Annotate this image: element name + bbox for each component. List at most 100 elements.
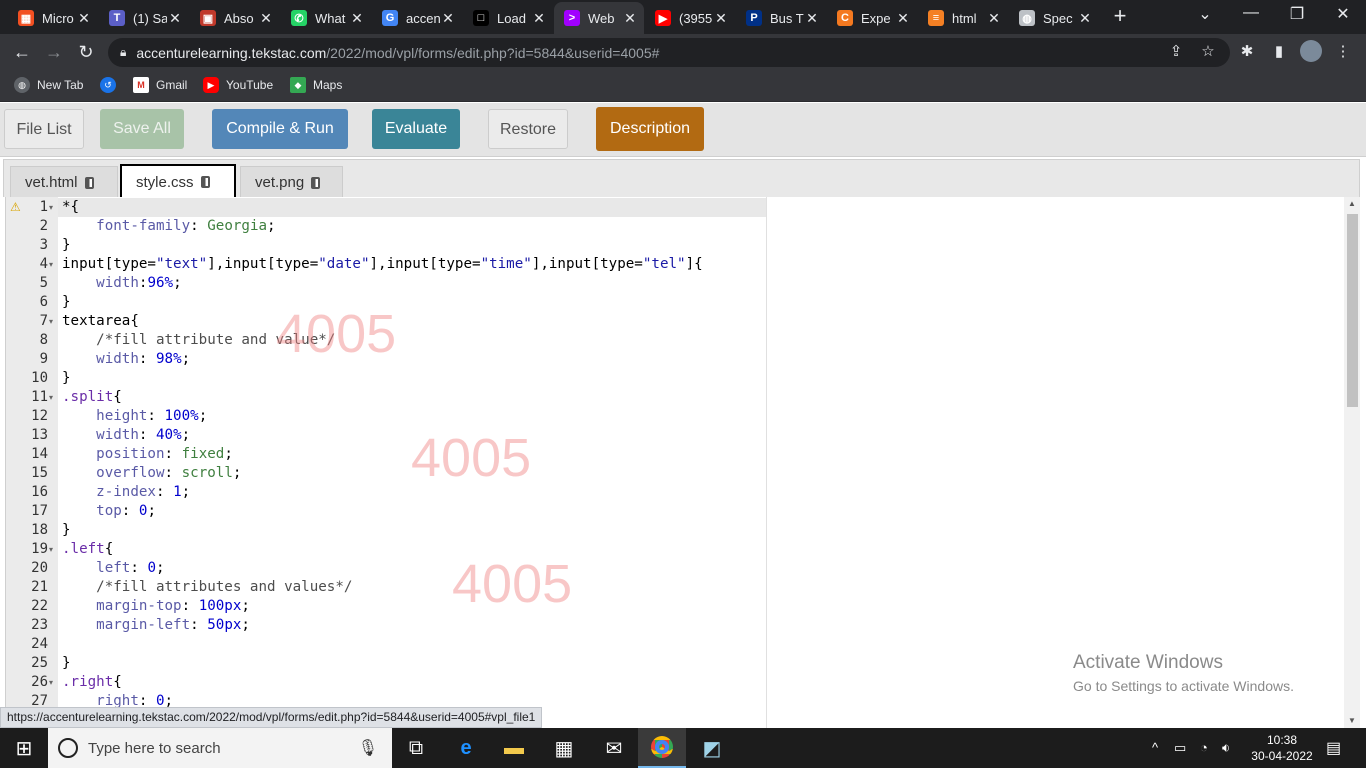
battery-icon[interactable]: ▭ [1174,740,1186,756]
close-tab-icon[interactable]: ✕ [349,10,365,27]
share-icon[interactable]: ⇪ [1165,42,1187,60]
fold-toggle-icon[interactable]: ▾ [49,255,53,274]
browser-tab-title: accen [406,10,440,26]
file-list-button[interactable]: File List [4,109,84,149]
code-line: width: 98%; [96,351,191,367]
url-path: /2022/mod/vpl/forms/edit.php?id=5844&use… [326,44,660,61]
close-tab-icon[interactable]: ✕ [76,10,92,27]
volume-icon[interactable]: 🔉︎ [1222,740,1230,756]
tray-chevron-icon[interactable]: ^ [1152,740,1158,755]
browser-tab[interactable]: Gaccen ✕ [372,2,462,34]
bookmark-star-icon[interactable]: ☆ [1197,42,1219,60]
restore-button[interactable]: Restore [488,109,568,149]
fold-toggle-icon[interactable]: ▾ [49,540,53,559]
close-tab-icon[interactable]: ✕ [986,10,1002,27]
file-tab-vet-png[interactable]: vet.png [240,166,343,198]
close-tab-icon[interactable]: ✕ [622,10,638,27]
menu-icon[interactable]: ⋮ [1332,42,1354,60]
scroll-down-icon[interactable]: ▼ [1348,716,1356,725]
globe-icon: ◍ [14,77,30,93]
file-tab-vet-html[interactable]: vet.html [10,166,118,198]
windows-start-icon[interactable]: ⊞ [0,732,48,764]
file-tab-label: style.css [136,173,194,191]
browser-tab[interactable]: ≡ html ✕ [918,2,1008,34]
code-line: textarea{ [62,313,139,329]
save-all-button[interactable]: Save All [100,109,184,149]
notifications-icon[interactable]: ▤ [1326,738,1341,758]
scrollbar-thumb[interactable] [1347,214,1358,407]
avatar[interactable] [1300,40,1322,66]
maximize-icon[interactable]: ❐ [1274,4,1320,24]
extensions-icon[interactable]: ✱ [1236,42,1258,60]
bookmark-youtube[interactable]: ▶ YouTube [203,77,273,93]
browser-tab[interactable]: □ Load ✕ [463,2,553,34]
browser-tab[interactable]: ▣ Abso ✕ [190,2,280,34]
close-tab-icon[interactable]: ✕ [1077,10,1093,27]
browser-tab[interactable]: ✆ What ✕ [281,2,371,34]
browser-tab[interactable]: ▶ (3955 ✕ [645,2,735,34]
code-line: /*fill attributes and values*/ [96,579,353,595]
line-number: 23 [31,617,48,633]
code-editor[interactable]: ⚠ 1 ▾ 2 3 4 ▾ 5 6 7 ▾ 8 9 10 11 ▾ 12 13 14 15 16 17 18 19 ▾ 20 21… [5,197,1360,728]
minimize-icon[interactable]: — [1228,4,1274,22]
compile-run-button[interactable]: Compile & Run [212,109,348,149]
close-tab-icon[interactable]: ✕ [804,10,820,27]
watermark: 4005 [452,554,573,614]
browser-tab[interactable]: > Web ✕ [554,2,644,34]
forward-icon[interactable]: → [42,40,66,64]
line-number: 7 [39,313,48,329]
bookmark-gmail[interactable]: M Gmail [133,77,187,93]
wifi-icon[interactable]: ◔ [1200,740,1208,755]
lock-icon [200,176,210,188]
close-window-icon[interactable]: ✕ [1320,4,1366,24]
code-line: left: 0; [96,560,165,576]
line-number: 19 [31,541,48,557]
bookmark-history[interactable]: ↺ [100,77,123,93]
chrome-icon[interactable] [638,728,686,768]
browser-tab[interactable]: P Bus T ✕ [736,2,826,34]
new-tab-button[interactable]: + [1108,5,1132,29]
address-bar[interactable]: 🔒︎ accenturelearning.tekstac.com/2022/mo… [108,38,1230,67]
bookmark-maps[interactable]: ◆ Maps [290,77,342,93]
description-button[interactable]: Description [596,107,704,151]
browser-tab[interactable]: C Expe ✕ [827,2,917,34]
app-icon[interactable]: ◩ [688,732,736,764]
code-line: overflow: scroll; [96,465,242,481]
microphone-icon[interactable]: 🎙︎ [358,738,378,758]
fold-toggle-icon[interactable]: ▾ [49,312,53,331]
evaluate-button[interactable]: Evaluate [372,109,460,149]
store-icon[interactable]: ▦ [540,732,588,764]
fold-toggle-icon[interactable]: ▾ [49,673,53,692]
close-tab-icon[interactable]: ✕ [440,10,456,27]
scroll-up-icon[interactable]: ▲ [1348,199,1356,208]
task-view-icon[interactable]: ⧉ [392,732,440,764]
clock[interactable]: 10:38 30-04-2022 [1250,732,1314,764]
side-panel-icon[interactable]: ▮ [1268,42,1290,60]
browser-tab[interactable]: ▦ Micro ✕ [8,2,98,34]
taskbar-search[interactable]: Type here to search 🎙︎ [48,728,392,768]
file-explorer-icon[interactable]: ▬ [490,732,538,764]
browser-tab[interactable]: ◍ Spec ✕ [1009,2,1099,34]
back-icon[interactable]: ← [10,40,34,64]
file-tab-label: vet.png [255,174,305,191]
close-tab-icon[interactable]: ✕ [167,10,183,27]
close-tab-icon[interactable]: ✕ [531,10,547,27]
edge-icon[interactable]: e [442,732,490,764]
bookmarks-bar: ◍ New Tab ↺ M Gmail ▶ YouTube ◆ Maps [0,70,1366,102]
fold-toggle-icon[interactable]: ▾ [49,198,53,217]
bookmark-new-tab[interactable]: ◍ New Tab [14,77,83,93]
browser-tab-title: Expe [861,10,891,26]
mail-icon[interactable]: ✉ [590,732,638,764]
editor-scrollbar[interactable]: ▲ ▼ [1344,197,1360,728]
close-tab-icon[interactable]: ✕ [713,10,729,27]
code-line: width: 40%; [96,427,191,443]
google-icon: G [382,10,398,26]
browser-tab[interactable]: T (1) Sa ✕ [99,2,189,34]
line-number: 11 [31,389,48,405]
tab-search-icon[interactable]: ⌄ [1182,4,1228,24]
fold-toggle-icon[interactable]: ▾ [49,388,53,407]
close-tab-icon[interactable]: ✕ [895,10,911,27]
file-tab-style-css[interactable]: style.css [120,164,236,198]
reload-icon[interactable]: ↻ [74,40,98,64]
close-tab-icon[interactable]: ✕ [258,10,274,27]
